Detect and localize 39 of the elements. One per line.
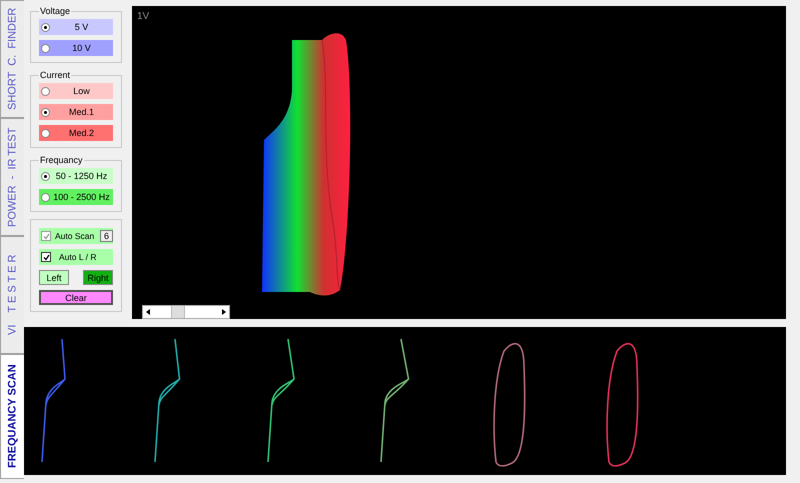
checkbox[interactable]: [41, 252, 51, 262]
option-label: Low: [72, 86, 91, 96]
group-title: Voltage: [39, 6, 72, 16]
side-button[interactable]: Right: [83, 270, 113, 285]
radio-option[interactable]: 100 - 2500 Hz: [39, 189, 113, 205]
side-tab[interactable]: FREQUANCY SCAN: [0, 354, 24, 479]
scale-label: 1V: [137, 11, 150, 22]
option-label: 50 - 1250 Hz: [54, 171, 108, 181]
radio-option[interactable]: Med.2: [39, 125, 113, 141]
checkbox-label: Auto L / R: [59, 252, 96, 262]
left-arrow-icon[interactable]: [146, 309, 150, 315]
option-label: 100 - 2500 Hz: [52, 192, 111, 202]
radio-icon[interactable]: [41, 86, 50, 96]
group-title: Current: [39, 70, 72, 80]
radio-icon[interactable]: [41, 172, 50, 180]
option-label: Med.2: [68, 128, 95, 138]
option-label: Med.1: [68, 107, 95, 117]
radio-icon[interactable]: [41, 128, 50, 138]
group-title: Frequancy: [39, 155, 84, 165]
checkbox-label: Auto Scan: [55, 231, 94, 241]
option-label: 10 V: [71, 43, 92, 53]
radio-icon[interactable]: [41, 44, 50, 52]
side-tab[interactable]: SHORT C. FINDER: [0, 0, 24, 118]
side-button[interactable]: Left: [39, 270, 69, 285]
scroll-thumb[interactable]: [171, 306, 185, 318]
option-label: 5 V: [74, 22, 90, 32]
side-tab[interactable]: POWER - IR TEST: [0, 118, 24, 236]
radio-icon[interactable]: [41, 192, 50, 202]
radio-icon[interactable]: [41, 22, 50, 32]
right-arrow-icon[interactable]: [222, 309, 226, 315]
radio-option[interactable]: 10 V: [39, 40, 113, 56]
radio-option[interactable]: Med.1: [39, 104, 113, 120]
scrollbar[interactable]: [142, 305, 230, 319]
radio-option[interactable]: 50 - 1250 Hz: [39, 168, 113, 184]
side-tab[interactable]: VI T E S T E R: [0, 236, 24, 354]
radio-option[interactable]: 5 V: [39, 19, 113, 35]
clear-button[interactable]: Clear: [39, 290, 113, 305]
radio-icon[interactable]: [41, 108, 50, 116]
radio-option[interactable]: Low: [39, 83, 113, 99]
